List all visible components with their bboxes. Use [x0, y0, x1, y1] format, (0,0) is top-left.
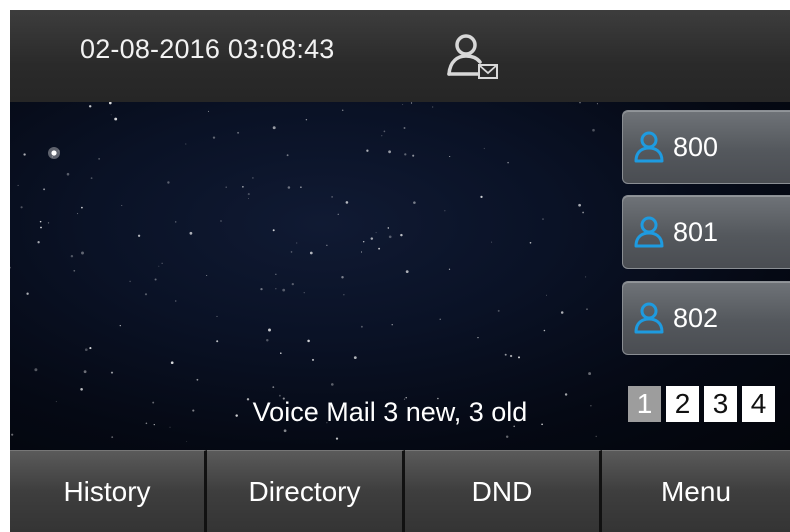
softkey-bar: History Directory DND Menu — [10, 450, 790, 532]
line-key-801[interactable]: 801 — [622, 195, 790, 269]
directory-softkey[interactable]: Directory — [207, 450, 405, 532]
menu-softkey[interactable]: Menu — [602, 450, 790, 532]
line-key-label: 801 — [673, 216, 719, 247]
line-key-802[interactable]: 802 — [622, 281, 790, 355]
line-key-label: 800 — [673, 131, 719, 162]
line-key-label: 802 — [673, 302, 719, 333]
line-key-800[interactable]: 800 — [622, 110, 790, 184]
phone-screen: 02-08-2016 03:08:43 800 801 802 1 2 3 4 … — [10, 10, 790, 532]
contact-icon — [634, 216, 664, 248]
datetime: 02-08-2016 03:08:43 — [80, 34, 335, 64]
status-bar: 02-08-2016 03:08:43 — [10, 10, 790, 104]
contact-icon — [634, 302, 664, 334]
voicemail-status-text: Voice Mail 3 new, 3 old — [252, 397, 528, 427]
history-softkey[interactable]: History — [10, 450, 207, 532]
contact-icon — [634, 131, 664, 163]
dnd-softkey[interactable]: DND — [405, 450, 602, 532]
contact-voicemail-icon — [447, 34, 498, 79]
